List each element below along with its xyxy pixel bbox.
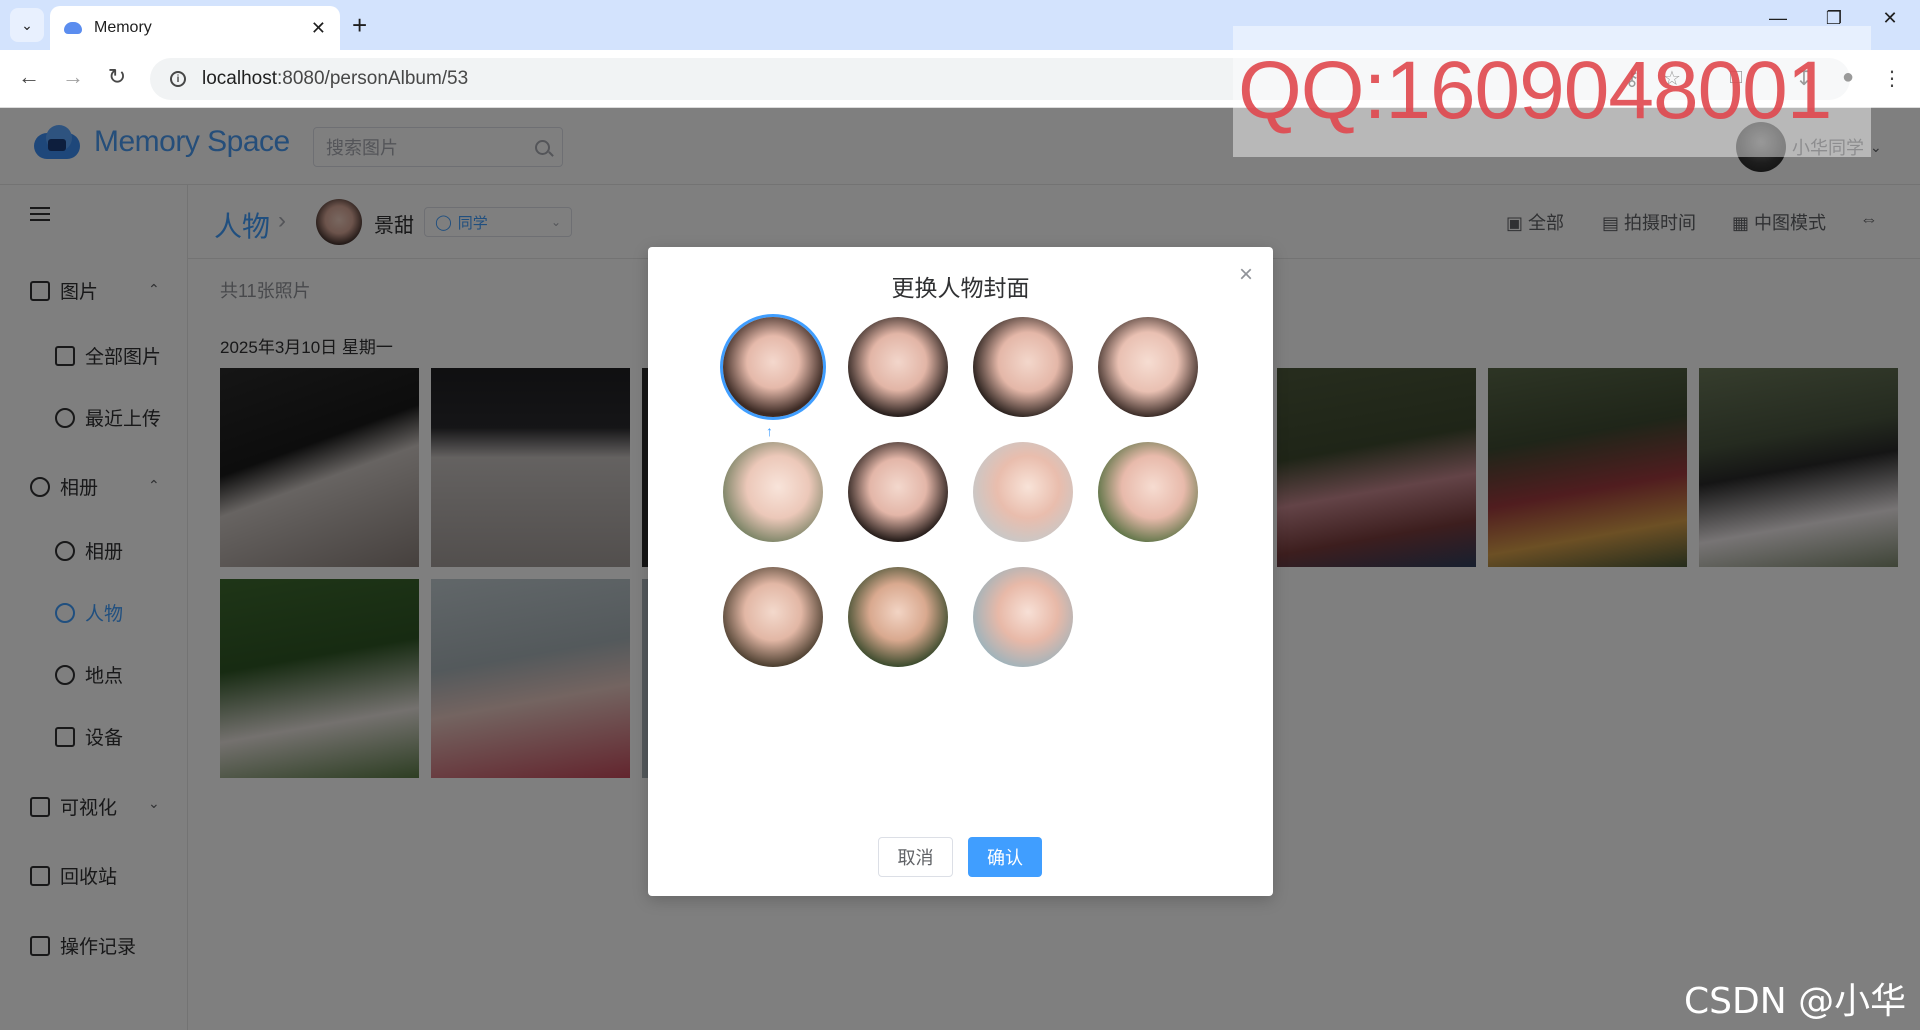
cover-option[interactable] xyxy=(1098,317,1198,417)
close-tab-icon[interactable]: ✕ xyxy=(311,18,326,39)
back-icon[interactable]: ← xyxy=(14,64,44,90)
cover-option[interactable] xyxy=(1098,442,1198,542)
confirm-button[interactable]: 确认 xyxy=(968,837,1042,877)
tab-search-button[interactable]: ⌄ xyxy=(10,8,44,42)
forward-icon[interactable]: → xyxy=(58,64,88,90)
cancel-button[interactable]: 取消 xyxy=(878,837,953,877)
window-close-icon[interactable]: ✕ xyxy=(1870,8,1910,29)
reload-icon[interactable]: ↻ xyxy=(102,64,132,90)
cover-option[interactable] xyxy=(723,567,823,667)
cloud-favicon-icon xyxy=(64,22,82,34)
site-info-icon[interactable]: i xyxy=(170,71,186,87)
cover-option[interactable] xyxy=(848,317,948,417)
cover-option[interactable] xyxy=(973,317,1073,417)
browser-tab[interactable]: Memory ✕ xyxy=(50,6,340,50)
more-menu-icon[interactable]: ⋮ xyxy=(1878,66,1906,91)
cover-option[interactable] xyxy=(973,567,1073,667)
cover-option[interactable] xyxy=(723,317,823,417)
cover-option[interactable] xyxy=(848,567,948,667)
url-path: :8080/personAlbum/53 xyxy=(277,68,469,89)
dialog-title: 更换人物封面 xyxy=(891,275,1030,301)
close-icon[interactable]: × xyxy=(1239,261,1253,289)
watermark-text: QQ:1609048001 xyxy=(1238,45,1832,136)
cover-option[interactable] xyxy=(973,442,1073,542)
chevron-down-icon: ⌄ xyxy=(21,16,33,33)
new-tab-button[interactable]: + xyxy=(352,10,367,40)
arrow-up-icon: ↑ xyxy=(766,423,773,439)
csdn-watermark: CSDN @小华y xyxy=(1684,981,1907,1030)
tab-title: Memory xyxy=(94,19,152,36)
url-host: localhost xyxy=(202,68,277,89)
cover-option[interactable] xyxy=(848,442,948,542)
cover-option[interactable] xyxy=(723,442,823,542)
change-cover-dialog: 更换人物封面 × ↑ 取消 确认 xyxy=(648,247,1273,896)
